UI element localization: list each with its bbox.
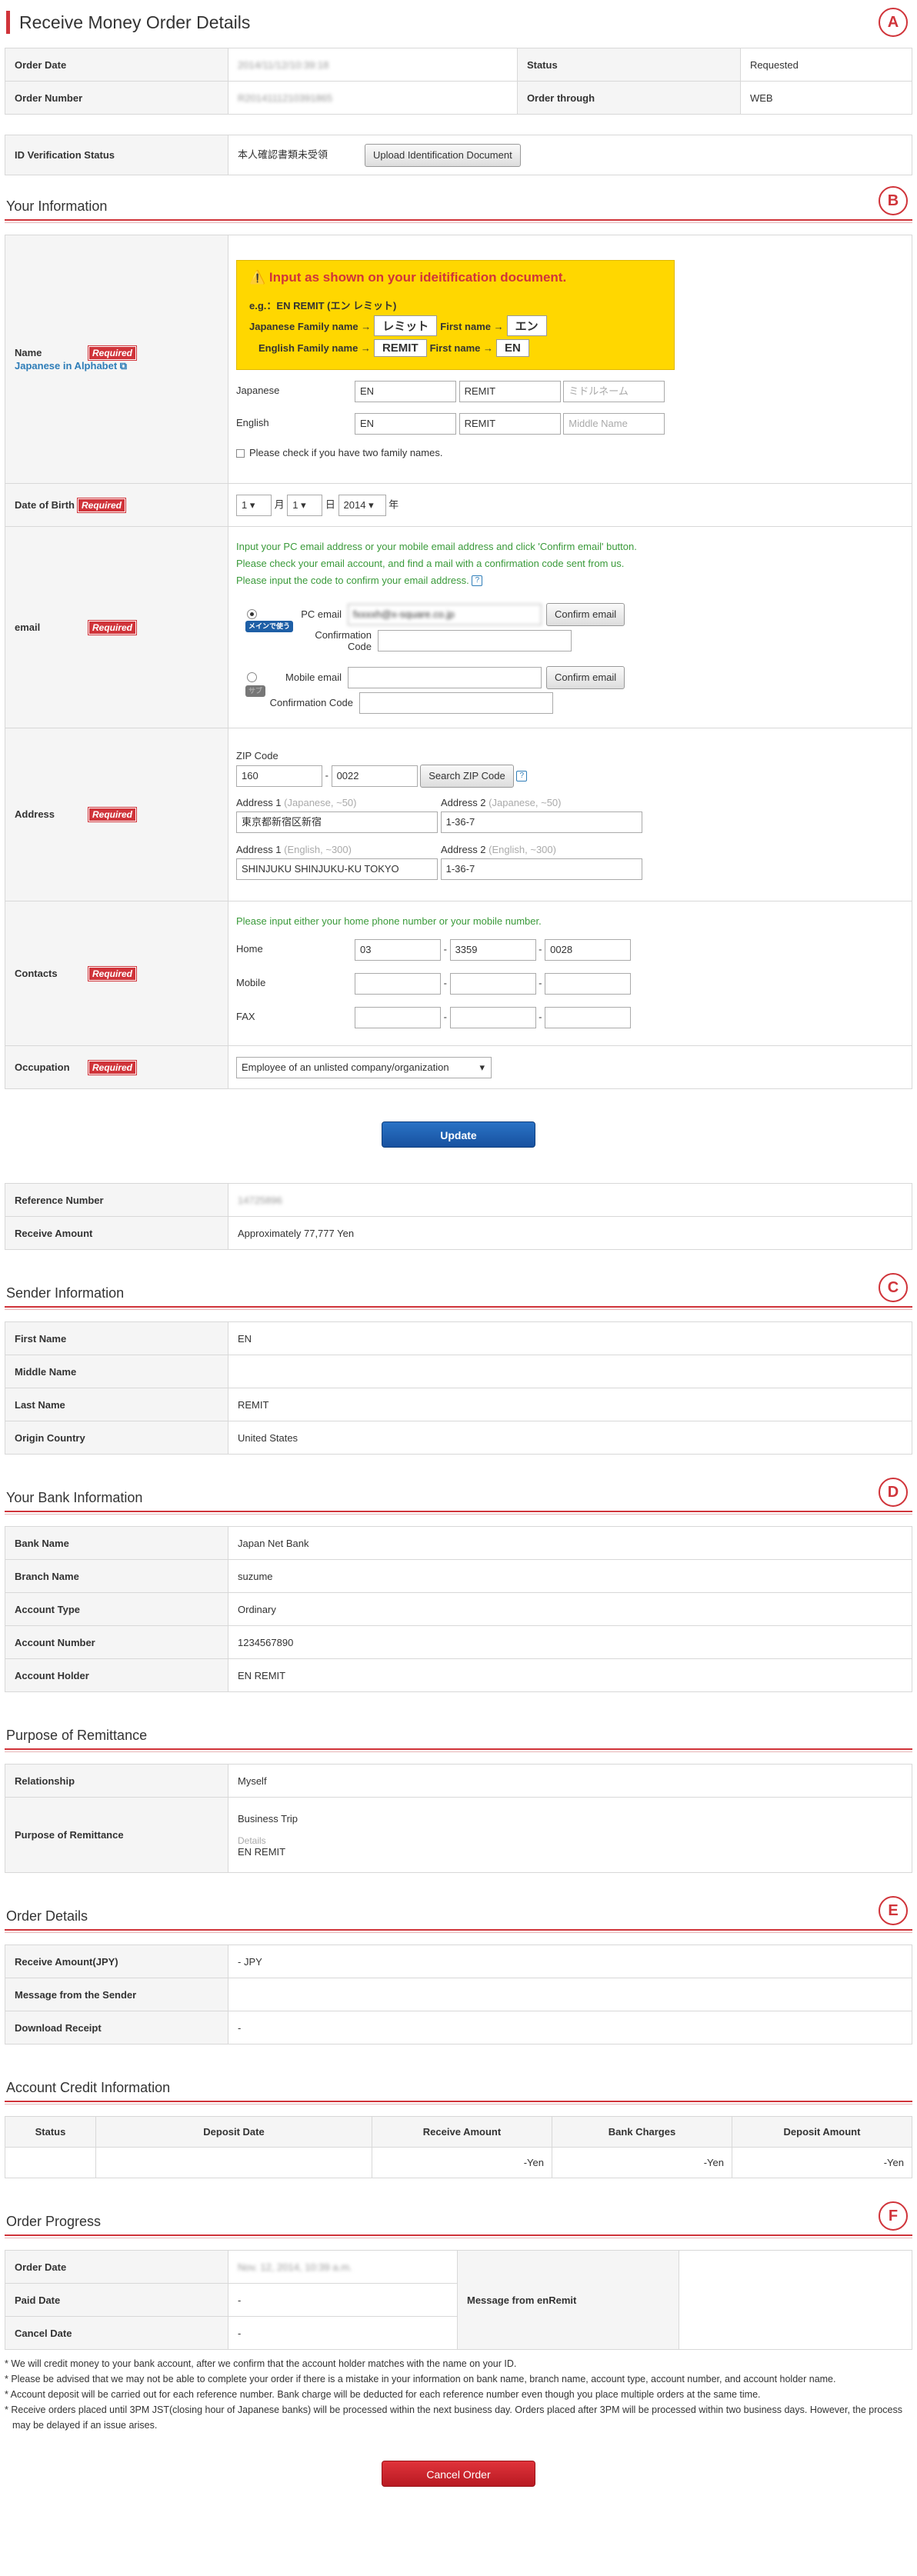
- en-family-name-input[interactable]: EN: [355, 413, 456, 435]
- confirm-pc-email-button[interactable]: Confirm email: [546, 602, 625, 626]
- dob-day-select[interactable]: 1 ▾: [287, 494, 323, 516]
- confirm-mobile-email-button[interactable]: Confirm email: [546, 665, 625, 689]
- address-1-jp-input[interactable]: 東京都新宿区新宿: [236, 811, 438, 833]
- status-value: Requested: [739, 48, 913, 82]
- notes: * We will credit money to your bank acco…: [5, 2358, 903, 2431]
- marker-d: D: [879, 1478, 908, 1507]
- marker-f: F: [879, 2201, 908, 2231]
- jp-middle-name-input[interactable]: ミドルネーム: [563, 381, 665, 402]
- japanese-in-alphabet-link[interactable]: Japanese in Alphabet: [15, 360, 117, 372]
- home-phone-2-input[interactable]: 3359: [449, 938, 536, 961]
- section-order-details: Order Details E: [5, 1896, 912, 1933]
- home-phone-3-input[interactable]: 0028: [545, 938, 632, 961]
- marker-e: E: [879, 1896, 908, 1925]
- idv-status: 本人確認書類未受領: [238, 148, 328, 160]
- download-receipt-value[interactable]: -: [228, 2011, 912, 2044]
- section-order-progress: Order Progress F: [5, 2201, 912, 2238]
- sub-use-badge: サブ: [245, 685, 266, 697]
- mobile-phone-1-input[interactable]: [355, 972, 441, 995]
- zip-code-1-input[interactable]: 160: [236, 765, 322, 787]
- jp-family-name-input[interactable]: EN: [355, 381, 456, 402]
- occupation-select[interactable]: Employee of an unlisted company/organiza…: [236, 1056, 492, 1078]
- reference-table: Reference Number 14725896 Receive Amount A…: [5, 1183, 912, 1250]
- mobile-email-radio[interactable]: [247, 672, 257, 682]
- address-1-en-input[interactable]: SHINJUKU SHINJUKU-KU TOKYO: [236, 858, 438, 880]
- home-phone-1-input[interactable]: 03: [355, 938, 441, 961]
- marker-b: B: [879, 186, 908, 215]
- section-account-credit-information: Account Credit Information: [5, 2080, 912, 2104]
- section-purpose-of-remittance: Purpose of Remittance: [5, 1728, 912, 1752]
- marker-c: C: [879, 1273, 908, 1302]
- pc-email-input[interactable]: fxxxxh@x-square.co.jp: [348, 603, 542, 625]
- chevron-down-icon: ▾: [479, 1061, 485, 1073]
- en-first-name-input[interactable]: REMIT: [458, 413, 561, 435]
- page-title: Receive Money Order Details: [6, 11, 912, 34]
- section-your-information: Your Information B: [5, 186, 912, 223]
- fax-1-input[interactable]: [355, 1006, 441, 1028]
- reference-number-value: 14725896: [228, 1183, 912, 1217]
- section-sender-information: Sender Information C: [5, 1273, 912, 1310]
- mobile-email-input[interactable]: [348, 666, 542, 688]
- order-details-table: Receive Amount(JPY) - JPY Message from th…: [5, 1944, 912, 2044]
- order-number-value: R2014111210391865: [228, 81, 518, 115]
- dob-month-select[interactable]: 1 ▾: [236, 494, 272, 516]
- address-2-en-input[interactable]: 1-36-7: [440, 858, 642, 880]
- help-icon[interactable]: ?: [516, 770, 528, 781]
- order-through-value: WEB: [739, 81, 913, 115]
- upload-id-button[interactable]: Upload Identification Document: [365, 143, 521, 167]
- order-progress-table: Order Date Nov. 12, 2014, 10:39 a.m. Messa…: [5, 2250, 912, 2350]
- update-button[interactable]: Update: [382, 1121, 535, 1148]
- address-2-jp-input[interactable]: 1-36-7: [440, 811, 642, 833]
- two-family-names-checkbox[interactable]: [236, 449, 245, 458]
- warning-icon: ⚠️: [249, 270, 266, 285]
- id-verification-table: ID Verification Status 本人確認書類未受領 Upload Id…: [5, 135, 912, 175]
- bank-table: Bank Name Japan Net Bank Branch Name suzum…: [5, 1526, 912, 1692]
- pc-email-radio[interactable]: [247, 609, 257, 619]
- credit-table: Status Deposit Date Receive Amount Bank Cha…: [5, 2116, 912, 2178]
- main-use-badge: メインで使う: [245, 621, 294, 632]
- dob-year-select[interactable]: 2014 ▾: [338, 494, 386, 516]
- zip-code-2-input[interactable]: 0022: [331, 765, 418, 787]
- receive-amount-value: Approximately 77,777 Yen: [228, 1216, 912, 1250]
- message-from-enremit-value: [679, 2250, 912, 2350]
- pc-confirmation-code-input[interactable]: [378, 629, 572, 651]
- external-link-icon: ⧉: [117, 360, 128, 372]
- fax-2-input[interactable]: [449, 1006, 536, 1028]
- mobile-confirmation-code-input[interactable]: [359, 691, 554, 714]
- mobile-phone-2-input[interactable]: [449, 972, 536, 995]
- marker-a: A: [879, 8, 908, 37]
- order-summary-table: Order Date 2014/11/12/10:39:18 Status Reque…: [5, 48, 913, 115]
- purpose-table: Relationship Myself Purpose of Remittance…: [5, 1764, 912, 1873]
- search-zip-code-button[interactable]: Search ZIP Code: [420, 764, 514, 788]
- fax-3-input[interactable]: [545, 1006, 632, 1028]
- sender-table: First Name EN Middle Name Last Name REMIT …: [5, 1321, 912, 1455]
- order-date-value: 2014/11/12/10:39:18: [228, 48, 518, 82]
- mobile-phone-3-input[interactable]: [545, 972, 632, 995]
- help-icon[interactable]: ?: [472, 575, 483, 587]
- page: A Receive Money Order Details Order Date…: [0, 0, 917, 2518]
- cancel-order-button[interactable]: Cancel Order: [382, 2461, 535, 2487]
- your-information-form: Name Required Japanese in Alphabet ⧉ ⚠️ In…: [5, 235, 912, 1089]
- en-middle-name-input[interactable]: Middle Name: [563, 413, 665, 435]
- jp-first-name-input[interactable]: REMIT: [458, 381, 561, 402]
- section-your-bank-information: Your Bank Information D: [5, 1478, 912, 1515]
- name-warning-box: ⚠️ Input as shown on your ideitification…: [236, 260, 675, 370]
